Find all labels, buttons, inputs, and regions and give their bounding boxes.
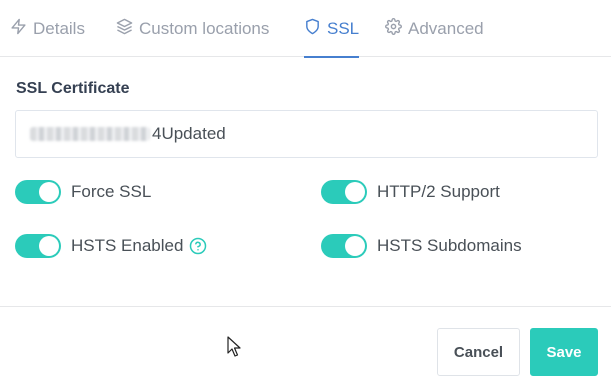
hsts-enabled-toggle[interactable]: [15, 234, 61, 258]
tab-bar: Details Custom locations SSL Advanced: [0, 0, 611, 58]
tab-label: Custom locations: [139, 18, 270, 38]
redacted-text: [30, 127, 150, 141]
tab-label: SSL: [327, 18, 360, 38]
bolt-icon: [10, 18, 27, 40]
footer-divider: [0, 306, 611, 307]
hsts-subdomains-toggle[interactable]: [321, 234, 367, 258]
http2-support-toggle[interactable]: [321, 180, 367, 204]
gear-icon: [385, 17, 402, 40]
http2-support-toggle-row: HTTP/2 Support: [321, 180, 500, 204]
mouse-cursor-icon: [227, 336, 241, 357]
help-circle-icon[interactable]: [189, 237, 207, 255]
tab-details[interactable]: Details: [10, 0, 85, 57]
ssl-certificate-label: SSL Certificate: [16, 80, 130, 97]
shield-icon: [304, 18, 321, 40]
http2-support-label: HTTP/2 Support: [377, 182, 500, 201]
tab-advanced[interactable]: Advanced: [385, 0, 484, 57]
cancel-button[interactable]: Cancel: [437, 328, 520, 376]
hsts-enabled-label: HSTS Enabled: [71, 236, 184, 255]
tab-label: Advanced: [408, 18, 484, 38]
ssl-certificate-select[interactable]: 4Updated: [15, 110, 598, 158]
tab-ssl[interactable]: SSL: [304, 0, 360, 58]
tab-label: Details: [33, 18, 85, 38]
hsts-subdomains-toggle-row: HSTS Subdomains: [321, 234, 522, 258]
ssl-certificate-value: 4Updated: [152, 124, 226, 143]
hsts-enabled-toggle-row: HSTS Enabled: [15, 234, 207, 258]
tab-custom-locations[interactable]: Custom locations: [116, 0, 269, 57]
hsts-subdomains-label: HSTS Subdomains: [377, 236, 522, 255]
force-ssl-label: Force SSL: [71, 182, 152, 201]
force-ssl-toggle-row: Force SSL: [15, 180, 151, 204]
save-button[interactable]: Save: [530, 328, 598, 376]
force-ssl-toggle[interactable]: [15, 180, 61, 204]
layers-icon: [116, 18, 133, 40]
